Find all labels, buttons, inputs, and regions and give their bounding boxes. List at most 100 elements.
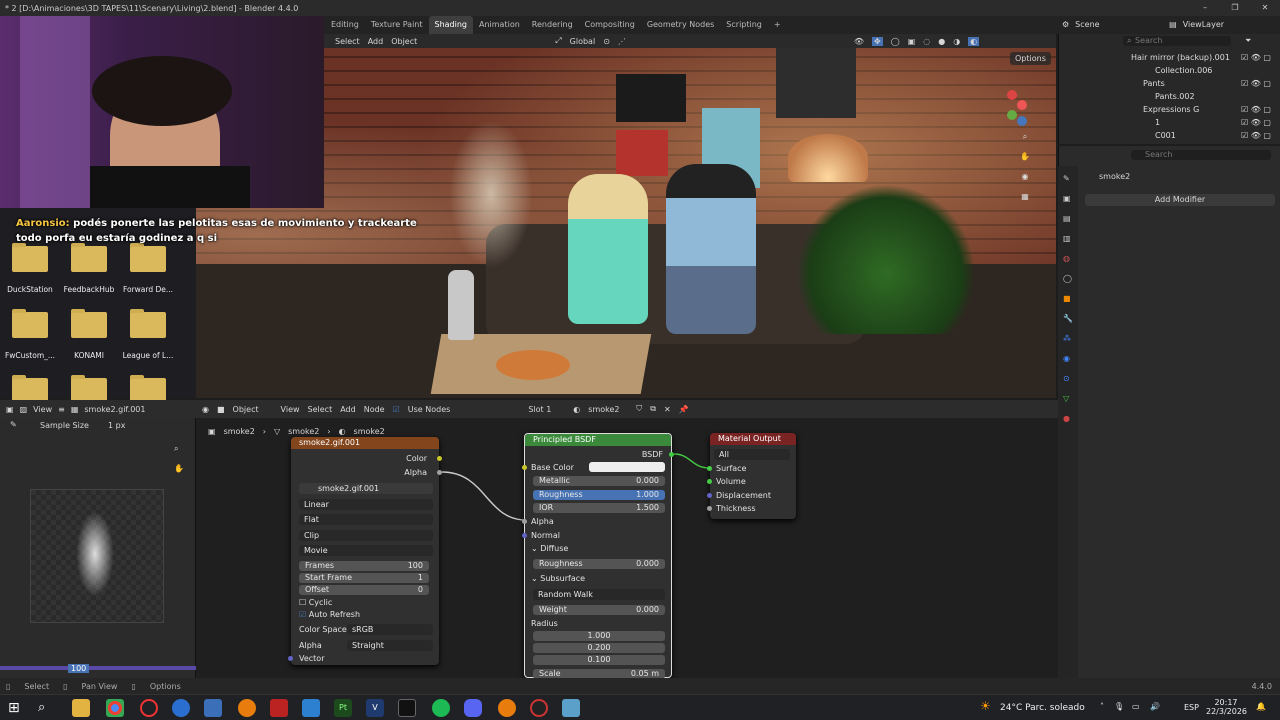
socket-volume[interactable] [707,479,712,484]
scene-tab-icon[interactable]: ◍ [1063,254,1070,263]
snap-icon[interactable]: ⋰ [618,37,626,46]
diffuse-panel[interactable]: ⌄ Diffuse [531,544,568,554]
menu-node[interactable]: Node [364,405,385,414]
socket-displacement[interactable] [707,493,712,498]
xray-icon[interactable]: ▣ [908,37,916,46]
unlink-icon[interactable]: ✕ [664,405,671,414]
search-icon[interactable]: ⌕ [38,699,56,717]
principled-bsdf-node[interactable]: Principled BSDF BSDF Base Color Metallic… [522,433,674,679]
start-frame-field[interactable]: Start Frame 1 [299,573,429,583]
blender-active-icon[interactable] [498,699,516,717]
data-icon[interactable]: ▽ [1063,394,1069,403]
outliner-row[interactable]: C001 ☑ 👁 ▢ [1059,129,1280,142]
radius-r-field[interactable]: 1.000 [533,631,665,641]
outliner-row[interactable]: Collection.006 [1059,64,1280,77]
photos-icon[interactable] [302,699,320,717]
pivot-icon[interactable]: ⊙ [603,37,610,46]
ior-field[interactable]: IOR 1.500 [533,503,665,513]
menu-object[interactable]: Object [391,37,417,46]
menu-add[interactable]: Add [340,405,356,414]
properties-panel[interactable]: Search smoke2 Add Modifier [1058,146,1280,678]
folder-icon[interactable] [130,309,166,338]
duplicate-icon[interactable]: ⧉ [650,404,656,414]
shading-solid-icon[interactable]: ● [938,37,945,46]
chrome-icon[interactable] [106,699,124,717]
socket-normal[interactable] [522,533,527,538]
shading-material-icon[interactable]: ◑ [953,37,960,46]
tab-compositing[interactable]: Compositing [579,16,641,34]
scene-name[interactable]: Scene [1075,16,1135,34]
app-icon[interactable] [562,699,580,717]
folder-label[interactable]: Forward De... [118,285,178,294]
auto-refresh-checkbox[interactable]: ☑ Auto Refresh [299,610,360,620]
tab-editing[interactable]: Editing [325,16,365,34]
folder-icon[interactable] [71,243,107,272]
output-icon[interactable]: ▤ [1063,214,1071,223]
visual-studio-icon[interactable]: V [366,699,384,717]
image-browse-icon[interactable]: ▦ [71,405,79,414]
view-menu[interactable]: View [33,405,52,414]
node-title[interactable]: smoke2.gif.001 [291,437,439,449]
hand-icon[interactable]: ✋ [1018,150,1032,164]
gizmo-y-icon[interactable] [1007,110,1017,120]
app-icon[interactable] [204,699,222,717]
view-layer-tab-icon[interactable]: ▥ [1063,234,1071,243]
filter-icon[interactable]: ⏷ [1245,36,1251,46]
close-icon[interactable]: ✕ [1250,0,1280,16]
maximize-icon[interactable]: ❐ [1220,0,1250,16]
obs-icon[interactable] [530,699,548,717]
orientation-dropdown[interactable]: Global [570,37,596,46]
radius-b-field[interactable]: 0.100 [533,655,665,665]
pin-icon[interactable]: 📌 [679,405,689,414]
opera-icon[interactable] [140,699,158,717]
editor-type-icon[interactable]: ◉ [202,405,209,414]
zoom-icon[interactable]: ⌕ [174,444,178,454]
socket-vector[interactable] [288,656,293,661]
outliner-row[interactable]: 1 ☑ 👁 ▢ [1059,116,1280,129]
cyclic-checkbox[interactable]: ☐ Cyclic [299,598,332,608]
gizmo-z-icon[interactable] [1017,116,1027,126]
frames-field[interactable]: Frames 100 [299,561,429,571]
folder-label[interactable]: FwCustom_... [0,351,60,360]
weight-field[interactable]: Weight 0.000 [533,605,665,615]
socket-color[interactable] [437,456,442,461]
sample-size-value[interactable]: 1 px [108,421,125,430]
tab-geometry-nodes[interactable]: Geometry Nodes [641,16,720,34]
mode-icon[interactable]: ▨ [20,405,28,414]
socket-thickness[interactable] [707,506,712,511]
node-title[interactable]: Principled BSDF [525,434,671,446]
weather-text[interactable]: 24°C Parc. soleado [1000,703,1085,713]
folder-label[interactable]: DuckStation [0,285,60,294]
shading-wire-icon[interactable]: ◌ [923,37,930,46]
overlay-icon[interactable]: ◯ [891,37,900,46]
view-layer-name[interactable]: ViewLayer [1183,16,1224,34]
pycharm-icon[interactable]: Pt [334,699,352,717]
image-editor[interactable]: ▣ ▨ View ≡ ▦ smoke2.gif.001 ✎ Sample Siz… [0,400,196,678]
tab-texture-paint[interactable]: Texture Paint [365,16,429,34]
menu-select[interactable]: Select [335,37,360,46]
image-texture-node[interactable]: smoke2.gif.001 Color Alpha smoke2.gif.00… [288,437,442,665]
folder-icon[interactable] [12,309,48,338]
folder-label[interactable]: League of L... [118,351,178,360]
zoom-icon[interactable]: ⌕ [1018,130,1032,144]
gizmo-x-icon[interactable] [1007,90,1017,100]
offset-field[interactable]: Offset 0 [299,585,429,595]
outliner[interactable]: Search ⌕ ⏷ Hair mirror (backup).001 ☑ 👁 ▢… [1058,34,1280,144]
projection-dropdown[interactable]: Flat [299,514,433,525]
frame-indicator[interactable]: 100 [68,664,90,673]
folder-label[interactable]: KONAMI [59,351,119,360]
particles-icon[interactable]: ⁂ [1063,334,1071,343]
tab-shading[interactable]: Shading [428,16,473,34]
fake-user-icon[interactable]: ⛉ [636,404,642,414]
menu-view[interactable]: View [281,405,300,414]
radius-g-field[interactable]: 0.200 [533,643,665,653]
metallic-field[interactable]: Metallic 0.000 [533,476,665,486]
roughness-field[interactable]: Roughness 1.000 [533,490,665,500]
render-icon[interactable]: ▣ [1063,194,1071,203]
terminal-icon[interactable] [398,699,416,717]
network-icon[interactable]: ▭ [1132,702,1140,711]
image-selector[interactable]: smoke2.gif.001 [299,483,433,494]
timeline-bar[interactable] [0,666,196,670]
mic-icon[interactable]: 🎙 [1114,702,1124,711]
world-icon[interactable]: ◯ [1063,274,1072,283]
